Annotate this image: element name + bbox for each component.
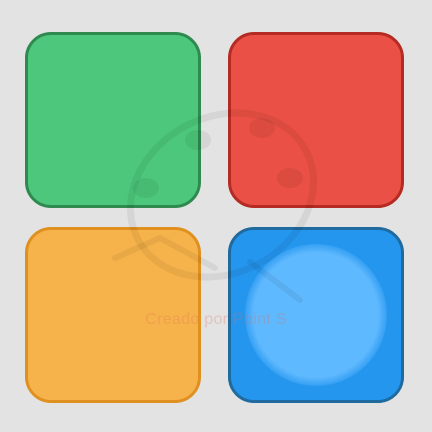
orange-tile[interactable] (25, 227, 201, 403)
blue-tile[interactable] (228, 227, 404, 403)
blue-tile-highlight (245, 244, 387, 386)
green-tile[interactable] (25, 32, 201, 208)
red-tile[interactable] (228, 32, 404, 208)
game-board: Creado por Point S (0, 0, 432, 432)
